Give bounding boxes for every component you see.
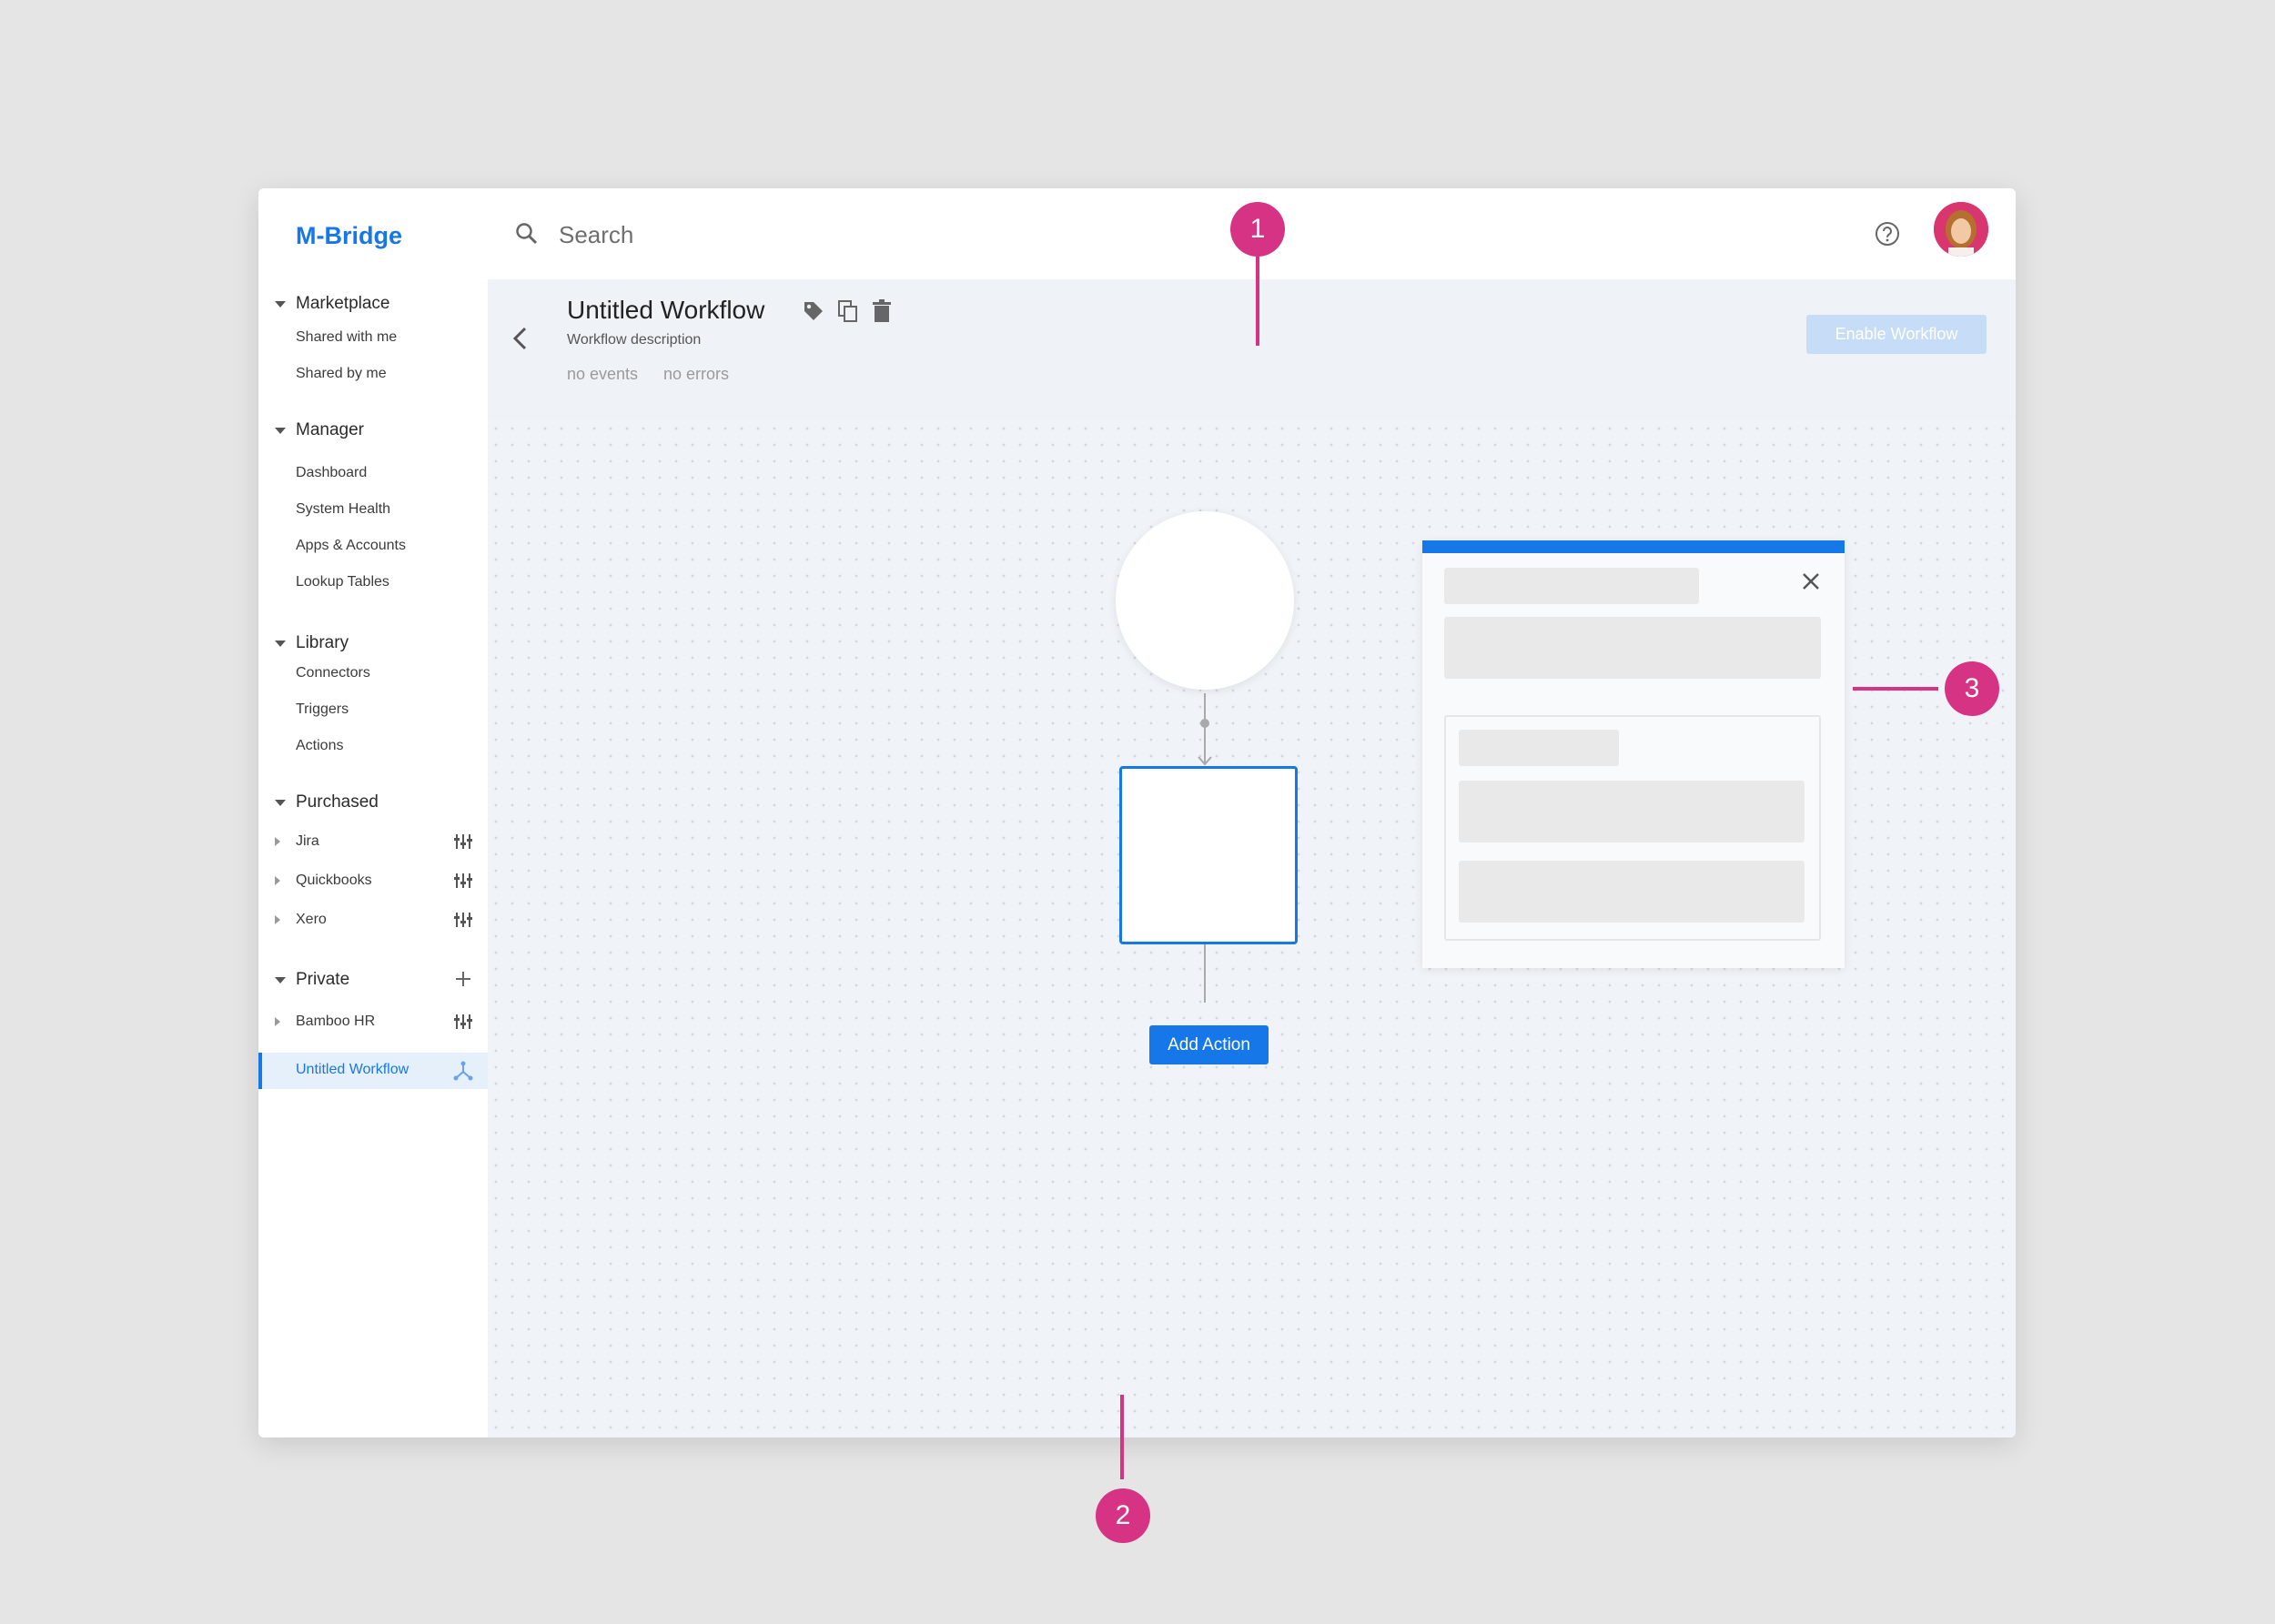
equalizer-icon[interactable] — [454, 834, 472, 849]
errors-status: no errors — [663, 365, 730, 383]
caret-down-icon — [275, 640, 286, 647]
annotation-marker-3: 3 — [1945, 661, 1999, 716]
sidebar-item-lookup-tables[interactable]: Lookup Tables — [296, 574, 389, 590]
workflow-icon — [453, 1061, 473, 1081]
sidebar: M-Bridge Marketplace Shared with me Shar… — [258, 188, 489, 1437]
caret-right-icon[interactable] — [275, 1017, 280, 1026]
sidebar-item-system-health[interactable]: System Health — [296, 501, 390, 518]
sidebar-item-jira[interactable]: Jira — [296, 833, 319, 850]
sidebar-item-triggers[interactable]: Triggers — [296, 701, 349, 718]
detail-panel — [1422, 540, 1845, 968]
sidebar-item-label: Untitled Workflow — [296, 1062, 410, 1077]
caret-down-icon — [275, 976, 286, 983]
caret-down-icon — [275, 300, 286, 308]
sidebar-item-apps-accounts[interactable]: Apps & Accounts — [296, 538, 406, 554]
placeholder-title — [1444, 568, 1699, 604]
sidebar-section-purchased[interactable]: Purchased — [275, 792, 379, 812]
placeholder-card — [1444, 715, 1821, 941]
caret-right-icon[interactable] — [275, 915, 280, 924]
sidebar-section-marketplace[interactable]: Marketplace — [275, 294, 390, 314]
action-node[interactable] — [1119, 766, 1298, 944]
trigger-node[interactable] — [1116, 511, 1294, 690]
search-input[interactable] — [557, 216, 1107, 254]
annotation-line-1 — [1256, 257, 1259, 346]
sidebar-item-untitled-workflow[interactable]: Untitled Workflow — [258, 1053, 488, 1089]
equalizer-icon[interactable] — [454, 913, 472, 927]
close-icon[interactable] — [1801, 571, 1821, 591]
avatar-photo — [1934, 202, 1988, 257]
sidebar-item-xero[interactable]: Xero — [296, 912, 327, 928]
sidebar-section-private[interactable]: Private — [275, 970, 349, 990]
sidebar-item-bamboo-hr[interactable]: Bamboo HR — [296, 1014, 375, 1030]
sidebar-item-quickbooks[interactable]: Quickbooks — [296, 873, 372, 889]
app-window: M-Bridge Marketplace Shared with me Shar… — [258, 188, 2016, 1437]
section-title: Private — [296, 970, 350, 989]
events-status: no events — [567, 365, 639, 383]
workflow-description[interactable]: Workflow description — [567, 332, 701, 348]
enable-workflow-button[interactable]: Enable Workflow — [1806, 315, 1987, 354]
copy-icon[interactable] — [837, 299, 859, 323]
placeholder-card-field — [1459, 861, 1805, 923]
plus-icon[interactable] — [455, 971, 471, 987]
avatar[interactable] — [1934, 202, 1988, 257]
caret-down-icon — [275, 427, 286, 434]
workflow-header: Untitled Workflow Workflow description n… — [488, 279, 2016, 421]
back-arrow-icon[interactable] — [510, 325, 531, 352]
caret-down-icon — [275, 799, 286, 806]
caret-right-icon[interactable] — [275, 876, 280, 885]
section-title: Purchased — [296, 792, 379, 812]
sidebar-section-library[interactable]: Library — [275, 633, 349, 653]
tag-icon[interactable] — [802, 299, 825, 323]
help-icon[interactable] — [1874, 220, 1901, 247]
annotation-marker-2: 2 — [1096, 1488, 1150, 1543]
add-action-button[interactable]: Add Action — [1149, 1025, 1269, 1064]
caret-right-icon[interactable] — [275, 837, 280, 846]
equalizer-icon[interactable] — [454, 873, 472, 888]
brand-logo[interactable]: M-Bridge — [296, 222, 402, 250]
search-icon — [516, 223, 538, 245]
sidebar-item-shared-with-me[interactable]: Shared with me — [296, 329, 397, 346]
annotation-marker-1: 1 — [1230, 202, 1285, 257]
sidebar-item-dashboard[interactable]: Dashboard — [296, 465, 367, 481]
section-title: Library — [296, 633, 349, 652]
annotation-line-3 — [1853, 687, 1938, 691]
trash-icon[interactable] — [872, 299, 892, 323]
workflow-canvas[interactable]: Add Action — [488, 420, 2016, 1437]
section-title: Manager — [296, 420, 364, 439]
section-title: Marketplace — [296, 294, 390, 313]
sidebar-item-connectors[interactable]: Connectors — [296, 665, 370, 681]
workflow-title[interactable]: Untitled Workflow — [567, 296, 764, 325]
placeholder-card-title — [1459, 730, 1619, 766]
annotation-line-2 — [1120, 1395, 1124, 1479]
sidebar-section-manager[interactable]: Manager — [275, 420, 364, 440]
sidebar-item-actions[interactable]: Actions — [296, 738, 343, 754]
placeholder-field — [1444, 617, 1821, 679]
sidebar-item-shared-by-me[interactable]: Shared by me — [296, 366, 387, 382]
equalizer-icon[interactable] — [454, 1014, 472, 1029]
placeholder-card-field — [1459, 781, 1805, 842]
